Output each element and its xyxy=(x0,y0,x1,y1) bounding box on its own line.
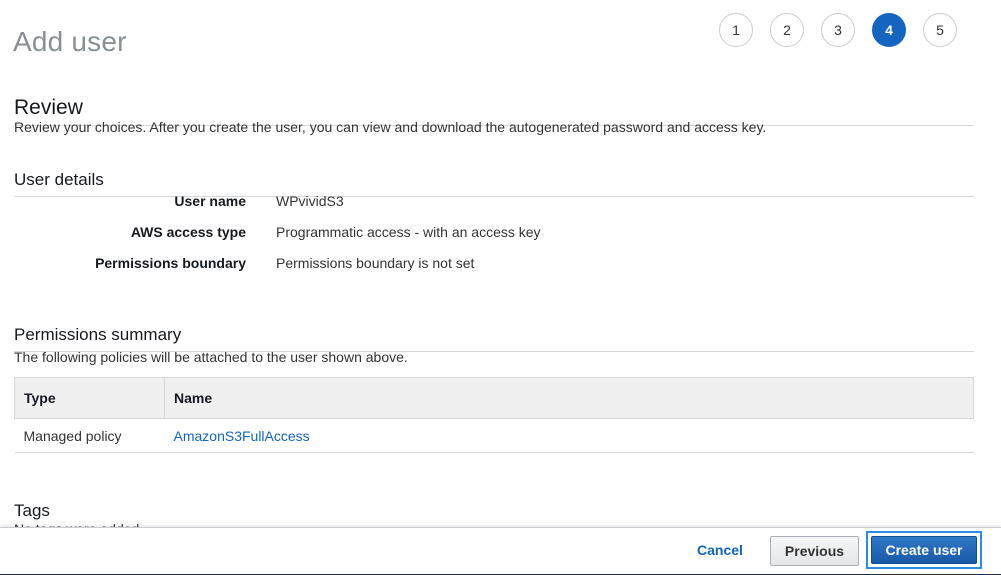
detail-row-access-type: AWS access type Programmatic access - wi… xyxy=(0,224,700,244)
permissions-description: The following policies will be attached … xyxy=(14,349,408,365)
step-5[interactable]: 5 xyxy=(923,13,957,47)
detail-value: Permissions boundary is not set xyxy=(276,255,475,271)
detail-value: Programmatic access - with an access key xyxy=(276,224,541,240)
table-row: Managed policy AmazonS3FullAccess xyxy=(14,418,974,453)
policy-name-link[interactable]: AmazonS3FullAccess xyxy=(174,428,310,444)
create-user-button[interactable]: Create user xyxy=(871,536,977,564)
step-3[interactable]: 3 xyxy=(821,13,855,47)
detail-label: Permissions boundary xyxy=(95,255,246,271)
page-title: Add user xyxy=(13,25,127,57)
column-header-name: Name xyxy=(164,377,974,419)
column-header-type: Type xyxy=(14,377,165,419)
step-4-current: 4 xyxy=(872,13,906,47)
tags-heading: Tags xyxy=(14,501,974,528)
cancel-button[interactable]: Cancel xyxy=(697,542,743,558)
detail-label: AWS access type xyxy=(130,224,246,240)
step-1[interactable]: 1 xyxy=(719,13,753,47)
detail-row-permissions-boundary: Permissions boundary Permissions boundar… xyxy=(0,255,700,275)
detail-row-user-name: User name WPvividS3 xyxy=(0,193,700,213)
permissions-summary-heading: Permissions summary xyxy=(14,325,974,352)
policy-name-cell: AmazonS3FullAccess xyxy=(164,418,974,453)
table-header-row: Type Name xyxy=(14,377,974,419)
review-description: Review your choices. After you create th… xyxy=(14,119,767,135)
detail-value: WPvividS3 xyxy=(276,193,344,209)
step-2[interactable]: 2 xyxy=(770,13,804,47)
wizard-steps: 1 2 3 4 5 xyxy=(719,13,974,47)
policy-type-cell: Managed policy xyxy=(14,418,165,453)
create-user-focus-ring: Create user xyxy=(866,531,982,569)
add-user-page: Add user 1 2 3 4 5 Review Review your ch… xyxy=(0,0,1001,575)
policies-table: Type Name Managed policy AmazonS3FullAcc… xyxy=(14,377,974,453)
detail-label: User name xyxy=(174,193,246,209)
wizard-footer: Cancel Previous Create user xyxy=(0,527,1001,575)
previous-button[interactable]: Previous xyxy=(770,536,859,566)
